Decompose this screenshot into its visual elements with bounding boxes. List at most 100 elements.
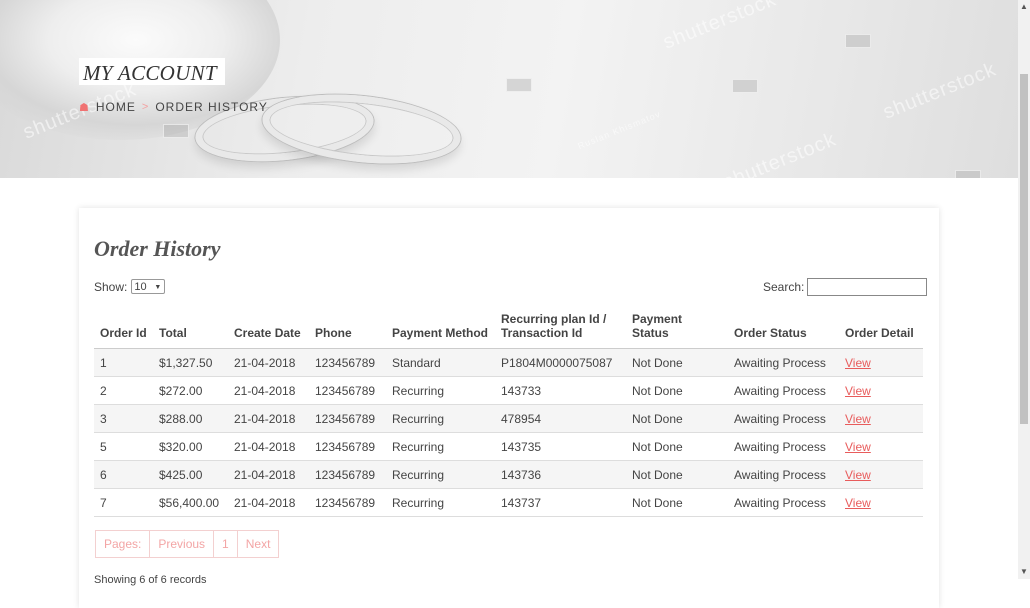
pages-label: Pages: <box>96 531 151 557</box>
cell-total: $425.00 <box>153 460 228 489</box>
page-length-select[interactable]: 10 ▼ <box>131 279 166 294</box>
cell-order-detail: View <box>839 460 923 489</box>
scrollbar-thumb[interactable] <box>1020 74 1028 424</box>
orders-table: Order Id Total Create Date Phone Payment… <box>94 308 923 517</box>
column-header[interactable]: Payment Status <box>626 308 728 349</box>
scroll-up-icon[interactable]: ▲ <box>1020 2 1028 11</box>
view-link[interactable]: View <box>845 468 871 482</box>
cell-total: $320.00 <box>153 432 228 461</box>
breadcrumb-home[interactable]: HOME <box>96 100 136 114</box>
cell-create-date: 21-04-2018 <box>228 404 309 433</box>
cell-order-id: 6 <box>94 460 153 489</box>
chevron-right-icon: > <box>141 101 150 113</box>
page-length-value: 10 <box>134 281 147 293</box>
view-link[interactable]: View <box>845 412 871 426</box>
page-1-button[interactable]: 1 <box>214 531 238 557</box>
cell-phone: 123456789 <box>309 348 386 377</box>
cell-transaction-id: 478954 <box>495 404 626 433</box>
watermark: Ruslan Khismatov <box>576 108 663 152</box>
cell-phone: 123456789 <box>309 460 386 489</box>
cell-create-date: 21-04-2018 <box>228 460 309 489</box>
column-header[interactable]: Order Id <box>94 308 153 349</box>
cell-order-id: 5 <box>94 432 153 461</box>
pagination: Pages: Previous 1 Next <box>95 530 280 558</box>
watermark: shutterstock <box>720 128 840 178</box>
cell-payment-method: Recurring <box>386 432 495 461</box>
table-row: 1 $1,327.50 21-04-2018 123456789 Standar… <box>94 348 923 377</box>
cell-phone: 123456789 <box>309 376 386 405</box>
header-banner: shutterstock shutterstock Ruslan Khismat… <box>0 0 1018 178</box>
dropdown-arrow-icon: ▼ <box>154 284 162 291</box>
cell-order-status: Awaiting Process <box>728 460 839 489</box>
column-header[interactable]: Order Status <box>728 308 839 349</box>
cell-transaction-id: 143737 <box>495 488 626 517</box>
banner-decor <box>163 124 189 138</box>
table-header-row: Order Id Total Create Date Phone Payment… <box>94 308 923 349</box>
previous-button[interactable]: Previous <box>150 531 215 557</box>
watermark: shutterstock <box>880 58 1000 124</box>
cell-total: $1,327.50 <box>153 348 228 377</box>
cell-total: $56,400.00 <box>153 488 228 517</box>
view-link[interactable]: View <box>845 356 871 370</box>
cell-order-id: 7 <box>94 488 153 517</box>
scroll-down-icon[interactable]: ▼ <box>1020 567 1028 576</box>
cell-order-id: 2 <box>94 376 153 405</box>
page-title: MY ACCOUNT <box>83 61 217 85</box>
cell-order-detail: View <box>839 404 923 433</box>
cell-payment-method: Recurring <box>386 376 495 405</box>
cell-order-id: 1 <box>94 348 153 377</box>
search-input[interactable] <box>807 278 928 296</box>
cell-create-date: 21-04-2018 <box>228 348 309 377</box>
table-row: 6 $425.00 21-04-2018 123456789 Recurring… <box>94 460 923 489</box>
view-link[interactable]: View <box>845 496 871 510</box>
search-label: Search: <box>763 280 805 294</box>
column-header[interactable]: Recurring plan Id / Transaction Id <box>495 308 626 349</box>
breadcrumb-current: ORDER HISTORY <box>155 100 268 114</box>
column-header[interactable]: Create Date <box>228 308 309 349</box>
cell-payment-method: Recurring <box>386 404 495 433</box>
page-scrollbar[interactable]: ▲ ▼ <box>1018 0 1030 579</box>
cell-order-status: Awaiting Process <box>728 432 839 461</box>
table-row: 5 $320.00 21-04-2018 123456789 Recurring… <box>94 432 923 461</box>
next-button[interactable]: Next <box>238 531 279 557</box>
cell-create-date: 21-04-2018 <box>228 432 309 461</box>
cell-phone: 123456789 <box>309 488 386 517</box>
cell-payment-status: Not Done <box>626 348 728 377</box>
cell-transaction-id: P1804M0000075087 <box>495 348 626 377</box>
column-header[interactable]: Payment Method <box>386 308 495 349</box>
banner-decor <box>955 170 981 178</box>
cell-total: $288.00 <box>153 404 228 433</box>
cell-transaction-id: 143733 <box>495 376 626 405</box>
cell-payment-method: Recurring <box>386 488 495 517</box>
cell-payment-method: Recurring <box>386 460 495 489</box>
cell-order-status: Awaiting Process <box>728 488 839 517</box>
cell-order-status: Awaiting Process <box>728 376 839 405</box>
cell-order-status: Awaiting Process <box>728 404 839 433</box>
view-link[interactable]: View <box>845 384 871 398</box>
search-control: Search: <box>763 278 928 296</box>
cell-payment-status: Not Done <box>626 432 728 461</box>
cell-create-date: 21-04-2018 <box>228 488 309 517</box>
cell-payment-status: Not Done <box>626 376 728 405</box>
cell-payment-status: Not Done <box>626 404 728 433</box>
banner-decor <box>506 78 532 92</box>
records-info: Showing 6 of 6 records <box>94 574 207 586</box>
cell-transaction-id: 143736 <box>495 460 626 489</box>
cell-payment-status: Not Done <box>626 460 728 489</box>
column-header[interactable]: Total <box>153 308 228 349</box>
column-header[interactable]: Phone <box>309 308 386 349</box>
page-title-box: MY ACCOUNT <box>79 58 225 85</box>
cell-payment-method: Standard <box>386 348 495 377</box>
cell-transaction-id: 143735 <box>495 432 626 461</box>
page-length-control: Show: 10 ▼ <box>94 279 166 294</box>
cell-create-date: 21-04-2018 <box>228 376 309 405</box>
banner-decor <box>732 79 758 93</box>
order-history-card: Order History Show: 10 ▼ Search: Order I… <box>79 208 939 608</box>
column-header[interactable]: Order Detail <box>839 308 923 349</box>
cell-order-detail: View <box>839 432 923 461</box>
view-link[interactable]: View <box>845 440 871 454</box>
cell-order-id: 3 <box>94 404 153 433</box>
cell-total: $272.00 <box>153 376 228 405</box>
home-icon[interactable]: ☗ <box>79 101 90 114</box>
table-row: 2 $272.00 21-04-2018 123456789 Recurring… <box>94 376 923 405</box>
